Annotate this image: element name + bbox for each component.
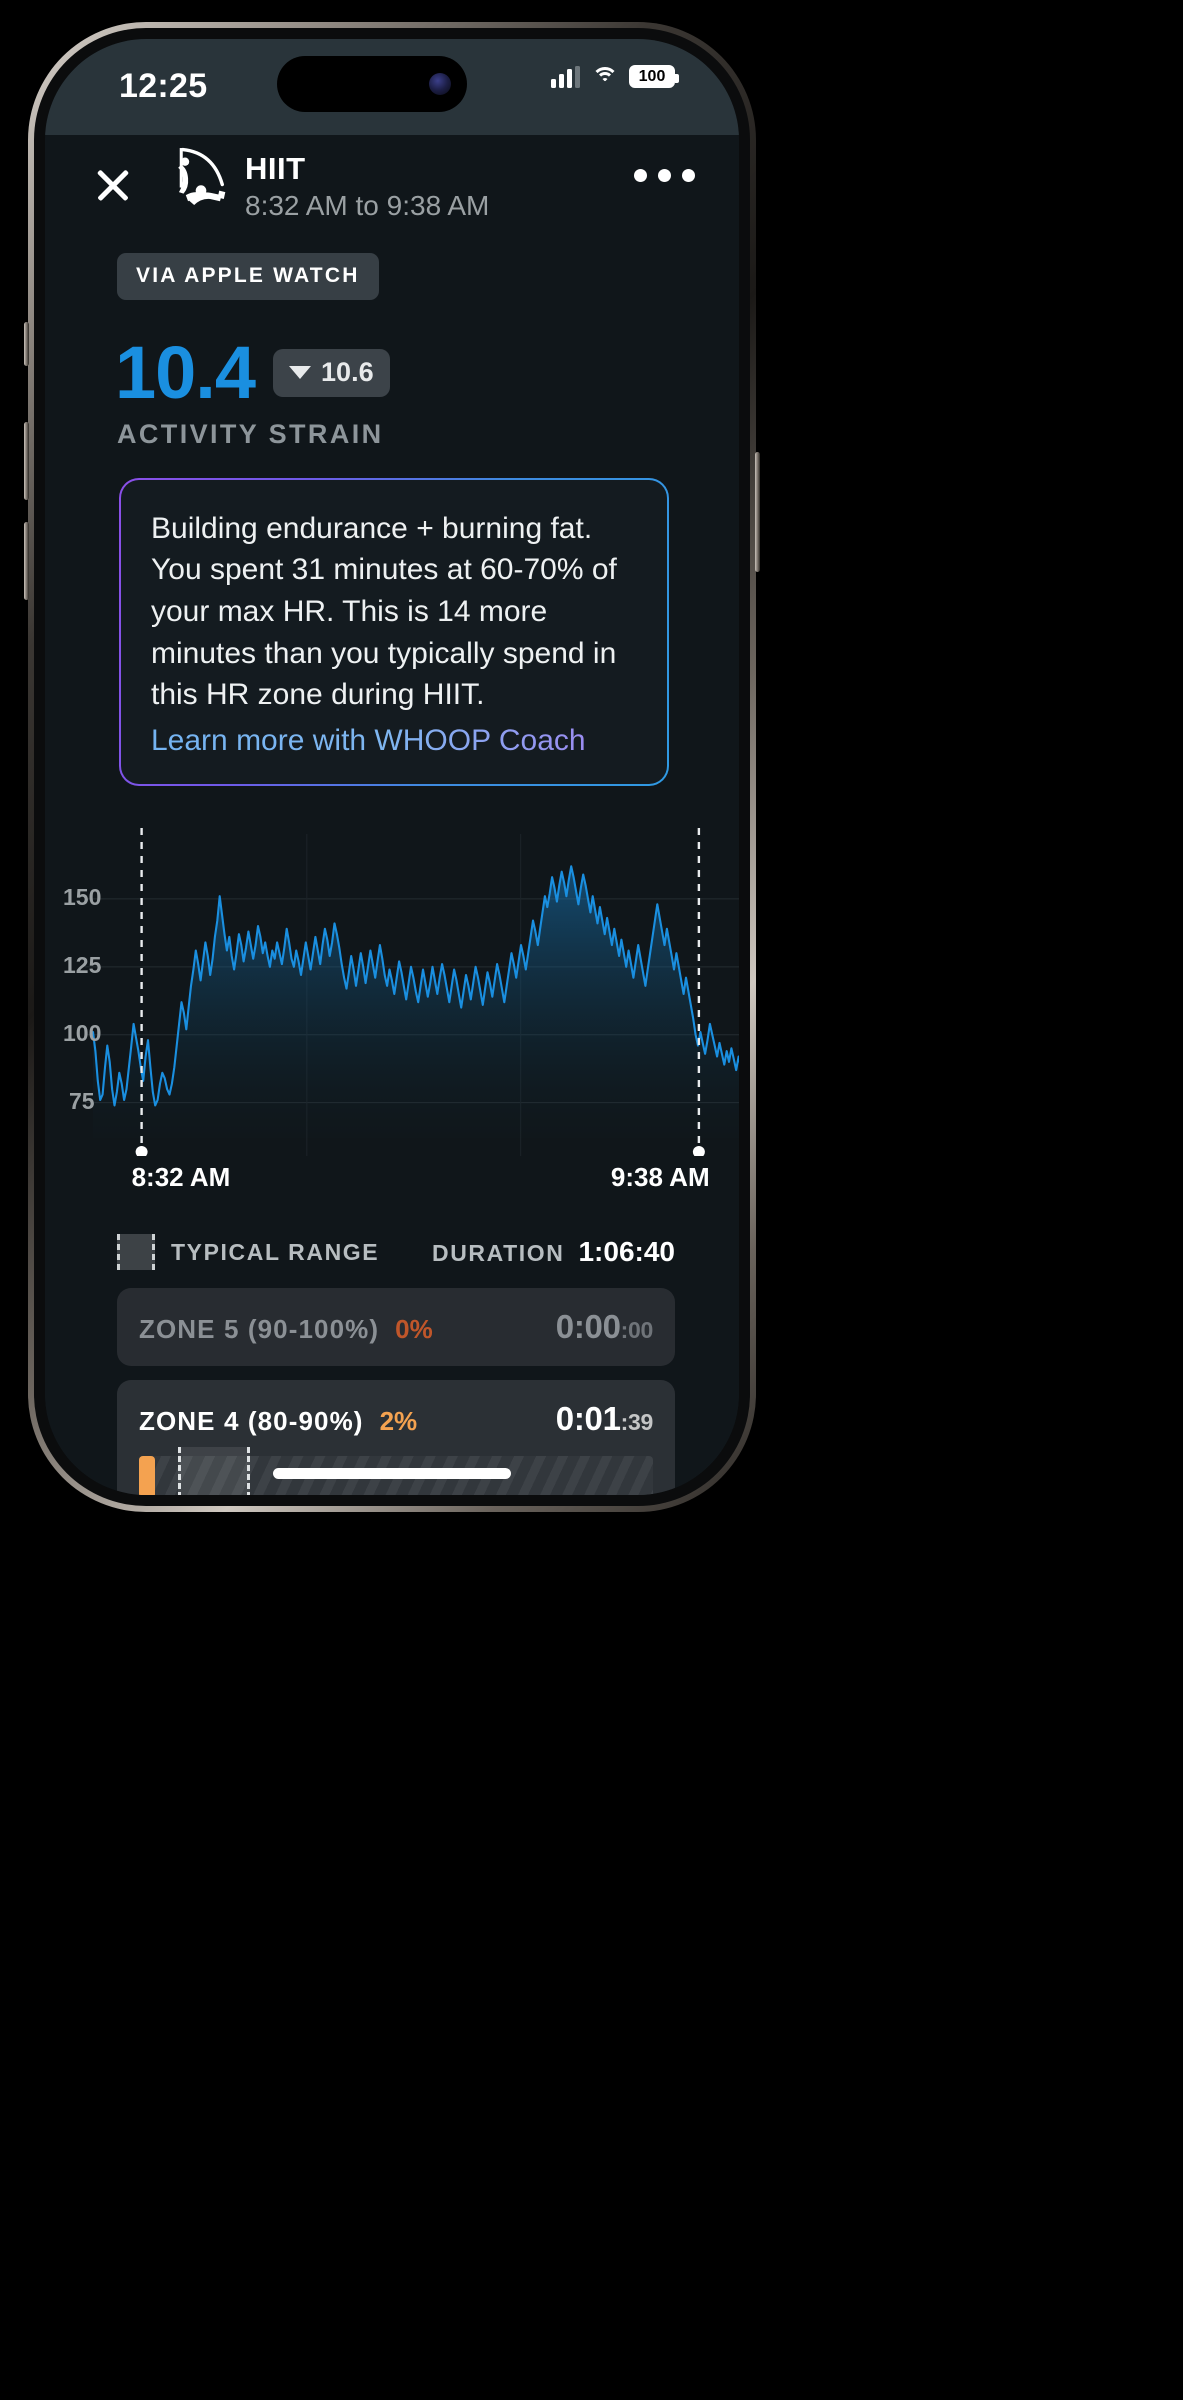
hiit-workout-icon [178, 147, 226, 206]
chart-x-axis: 8:32 AM 9:38 AM [45, 1162, 739, 1208]
status-bar-clock: 12:25 [119, 67, 208, 105]
front-camera-icon [429, 73, 451, 95]
whoop-coach-link[interactable]: Learn more with WHOOP Coach [151, 724, 586, 758]
mute-switch[interactable] [24, 322, 29, 366]
volume-down-button[interactable] [24, 522, 29, 600]
workout-time-range: 8:32 AM to 9:38 AM [245, 189, 490, 221]
y-axis-label-100: 100 [63, 1019, 102, 1046]
y-axis-label-75: 75 [69, 1087, 95, 1114]
hr-zone-percent: 2% [379, 1406, 418, 1437]
workout-detail-screen: HIIT 8:32 AM to 9:38 AM VIA APPLE WATCH … [45, 135, 739, 1495]
down-triangle-icon [289, 366, 312, 380]
hr-zone-bar-fill [139, 1456, 156, 1495]
screen-header: HIIT 8:32 AM to 9:38 AM [45, 135, 739, 247]
power-button[interactable] [755, 452, 760, 572]
hr-zone-typical-range [177, 1447, 250, 1495]
strain-row: 10.4 10.6 [115, 331, 739, 414]
hr-zone-header: ZONE 5 (90-100%) 0% 0:00:00 [139, 1308, 653, 1346]
heart-rate-plot [85, 828, 739, 1157]
close-icon[interactable] [91, 163, 135, 207]
phone-frame: 12:25 100 HIIT 8:32 AM to 9:38 AM VIA AP… [24, 22, 760, 1512]
hr-zone-duration-major: 0:01 [555, 1400, 621, 1438]
status-bar-indicators: 100 [551, 65, 679, 88]
page-title: HIIT [245, 151, 306, 186]
duration-value: 1:06:40 [578, 1236, 675, 1268]
workout-title-block: HIIT 8:32 AM to 9:38 AM [245, 151, 489, 222]
hr-zone-duration-minor: :39 [620, 1409, 654, 1436]
heart-rate-chart[interactable]: 150 125 100 75 [45, 826, 739, 1157]
battery-icon: 100 [629, 65, 679, 88]
screenshot-stage: 12:25 100 HIIT 8:32 AM to 9:38 AM VIA AP… [0, 0, 1183, 2400]
typical-range-label: TYPICAL RANGE [171, 1238, 380, 1265]
hr-zone-duration: 0:00:00 [555, 1308, 654, 1346]
strain-comparison-value: 10.6 [321, 357, 374, 388]
hr-zone-percent: 0% [395, 1314, 433, 1345]
typical-range-legend: TYPICAL RANGE [117, 1234, 380, 1271]
chart-legend-row: TYPICAL RANGE DURATION 1:06:40 [117, 1234, 675, 1271]
strain-value: 10.4 [115, 331, 256, 414]
hr-zone-duration-major: 0:00 [555, 1308, 621, 1346]
volume-up-button[interactable] [24, 422, 29, 500]
hr-zone-row[interactable]: ZONE 5 (90-100%) 0% 0:00:00 [117, 1288, 675, 1367]
hr-zone-name: ZONE 4 (80-90%) [139, 1406, 364, 1437]
hr-zone-list: ZONE 5 (90-100%) 0% 0:00:00 ZONE 4 (80-90%)… [117, 1288, 675, 1495]
insight-card: Building endurance + burning fat. You sp… [119, 477, 669, 787]
typical-range-swatch-icon [117, 1234, 155, 1271]
more-options-icon[interactable] [634, 169, 695, 182]
chart-start-time-label: 8:32 AM [131, 1162, 231, 1193]
y-axis-label-125: 125 [63, 951, 102, 978]
insight-text: Building endurance + burning fat. You sp… [151, 511, 617, 712]
home-indicator [273, 1468, 511, 1479]
cellular-signal-icon [551, 65, 580, 88]
duration-block: DURATION 1:06:40 [432, 1236, 675, 1268]
strain-comparison-badge[interactable]: 10.6 [273, 349, 390, 398]
source-badge: VIA APPLE WATCH [117, 253, 379, 300]
insight-card-body: Building endurance + burning fat. You sp… [121, 479, 667, 785]
hr-zone-name: ZONE 5 (90-100%) [139, 1314, 380, 1345]
hr-zone-duration-minor: :00 [620, 1317, 654, 1344]
status-bar: 12:25 100 [45, 39, 739, 135]
hr-zone-header: ZONE 4 (80-90%) 2% 0:01:39 [139, 1400, 653, 1438]
phone-bezel: 12:25 100 HIIT 8:32 AM to 9:38 AM VIA AP… [34, 28, 750, 1506]
duration-label: DURATION [432, 1240, 565, 1267]
strain-label: ACTIVITY STRAIN [117, 418, 384, 449]
wifi-icon [591, 66, 618, 87]
hr-zone-duration: 0:01:39 [555, 1400, 654, 1438]
dynamic-island [277, 56, 467, 112]
phone-screen: 12:25 100 HIIT 8:32 AM to 9:38 AM VIA AP… [45, 39, 739, 1495]
battery-percentage: 100 [638, 67, 666, 85]
chart-end-time-label: 9:38 AM [610, 1162, 710, 1193]
y-axis-label-150: 150 [63, 883, 102, 910]
